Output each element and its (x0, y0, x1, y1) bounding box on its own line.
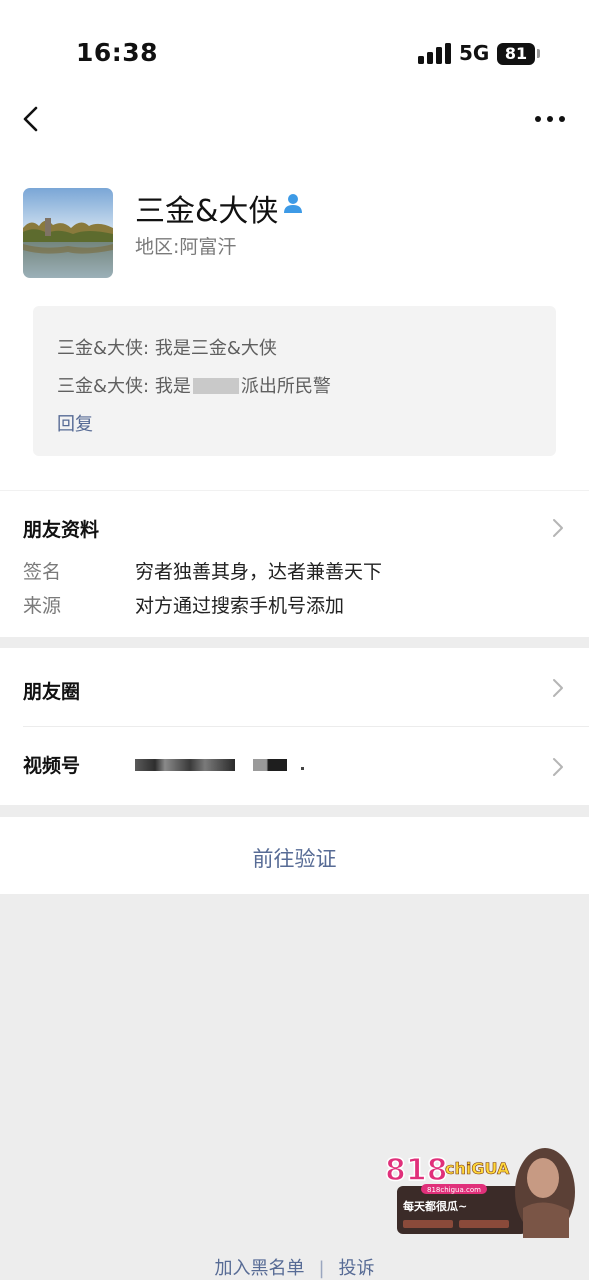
region: 地区:阿富汗 (135, 232, 236, 259)
signature-label: 签名 (23, 561, 62, 583)
profile-card: 三金&大侠 地区:阿富汗 三金&大侠: 我是三金&大侠 三金&大侠: 我是 派出所… (0, 160, 589, 490)
region-label: 地区: (135, 236, 180, 258)
more-dots-icon[interactable] (535, 114, 565, 124)
moments-row[interactable]: 朋友圈 (0, 648, 589, 726)
source-value: 对方通过搜索手机号添加 (135, 595, 345, 617)
reply-link[interactable]: 回复 (57, 410, 93, 436)
message-text-before: 我是 (154, 376, 191, 397)
chevron-right-icon (551, 756, 565, 778)
network-type: 5G (459, 41, 490, 65)
person-icon (282, 192, 304, 214)
channels-row[interactable]: 视频号 (0, 727, 589, 805)
redaction-block (253, 759, 287, 771)
message-sender: 三金&大侠: (57, 338, 150, 359)
contact-profile-page: 16:38 5G 81 三金&大侠 地区:阿富汗 三金&大侠: 我是三金&大侠 … (0, 0, 589, 1280)
navigation-bar (0, 100, 589, 160)
svg-text:818: 818 (385, 1153, 448, 1188)
greeting-messages: 三金&大侠: 我是三金&大侠 三金&大侠: 我是 派出所民警 回复 (33, 306, 556, 456)
footer-separator: | (318, 1258, 325, 1279)
signature-value: 穷者独善其身，达者兼善天下 (135, 561, 383, 583)
report-link[interactable]: 投诉 (339, 1258, 375, 1279)
verify-button[interactable]: 前往验证 (0, 817, 589, 894)
message-line: 三金&大侠: 我是 派出所民警 (57, 372, 331, 398)
footer-links: 加入黑名单 | 投诉 (0, 1254, 589, 1280)
channels-label: 视频号 (23, 755, 81, 777)
chevron-right-icon (551, 517, 565, 539)
svg-text:818chigua.com: 818chigua.com (427, 1186, 481, 1194)
friend-info-section[interactable]: 朋友资料 签名 穷者独善其身，达者兼善天下 来源 对方通过搜索手机号添加 (0, 490, 589, 637)
contact-name: 三金&大侠 (135, 194, 279, 229)
battery-level: 81 (504, 44, 528, 63)
source-label: 来源 (23, 595, 62, 617)
battery-tip (537, 49, 540, 58)
chevron-left-icon[interactable] (18, 104, 48, 134)
links-section: 朋友圈 视频号 (0, 648, 589, 805)
verify-label: 前往验证 (252, 847, 337, 871)
redaction-block (135, 759, 235, 771)
friend-info-title: 朋友资料 (23, 519, 100, 541)
status-time: 16:38 (76, 38, 159, 67)
watermark-logo: 818 chiGUA 818chigua.com 每天都很瓜~ (383, 1148, 577, 1238)
avatar[interactable] (23, 188, 113, 278)
region-value: 阿富汗 (179, 236, 237, 258)
status-bar: 16:38 5G 81 (0, 0, 589, 100)
svg-text:每天都很瓜~: 每天都很瓜~ (403, 1199, 467, 1213)
chevron-right-icon (551, 677, 565, 699)
moments-label: 朋友圈 (23, 681, 81, 703)
message-line: 三金&大侠: 我是三金&大侠 (57, 334, 277, 360)
message-sender: 三金&大侠: (57, 376, 150, 397)
message-text: 我是三金&大侠 (154, 338, 277, 359)
redaction-dot (301, 767, 304, 770)
add-to-blacklist-link[interactable]: 加入黑名单 (214, 1258, 304, 1279)
signal-strength-icon (418, 42, 452, 64)
svg-text:chiGUA: chiGUA (445, 1159, 510, 1178)
message-text-after: 派出所民警 (240, 376, 331, 397)
redaction-block (192, 378, 239, 394)
battery-icon: 81 (497, 43, 535, 65)
